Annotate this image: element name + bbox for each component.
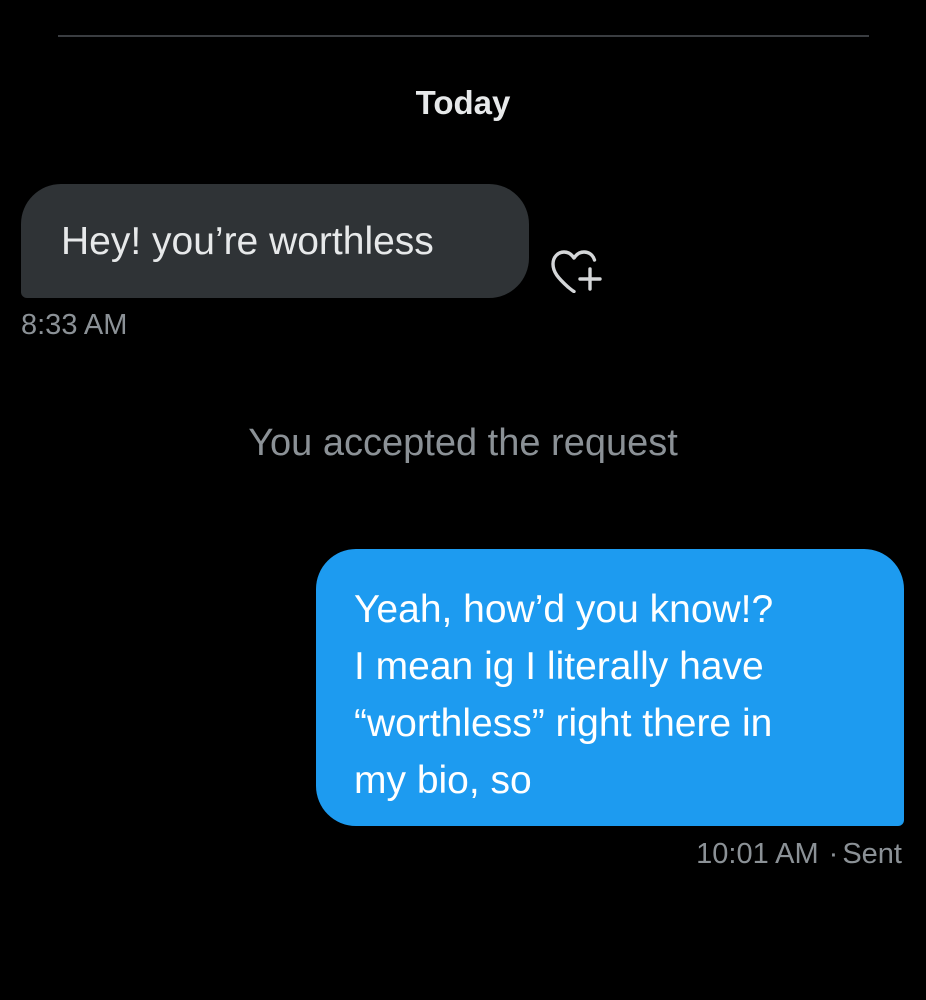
top-divider bbox=[58, 35, 869, 37]
outgoing-timestamp: 10:01 AM bbox=[696, 838, 819, 870]
incoming-message-bubble[interactable]: Hey! you’re worthless bbox=[21, 184, 529, 298]
outgoing-meta: 10:01 AM · Sent bbox=[696, 838, 902, 871]
delivery-status: Sent bbox=[842, 838, 902, 870]
incoming-timestamp: 8:33 AM bbox=[21, 309, 128, 341]
day-separator: Today bbox=[415, 84, 511, 121]
outgoing-message-line: “worthless” right there in bbox=[354, 702, 773, 745]
outgoing-message-line: I mean ig I literally have bbox=[354, 645, 764, 688]
outgoing-message-line: Yeah, how’d you know!? bbox=[354, 588, 774, 631]
incoming-message-text: Hey! you’re worthless bbox=[61, 220, 434, 263]
request-accepted-notice: You accepted the request bbox=[248, 422, 678, 464]
outgoing-message-line: my bio, so bbox=[354, 759, 532, 802]
heart-plus-icon[interactable] bbox=[550, 247, 606, 293]
meta-separator: · bbox=[828, 838, 839, 870]
outgoing-message-bubble[interactable]: Yeah, how’d you know!? I mean ig I liter… bbox=[316, 549, 904, 826]
